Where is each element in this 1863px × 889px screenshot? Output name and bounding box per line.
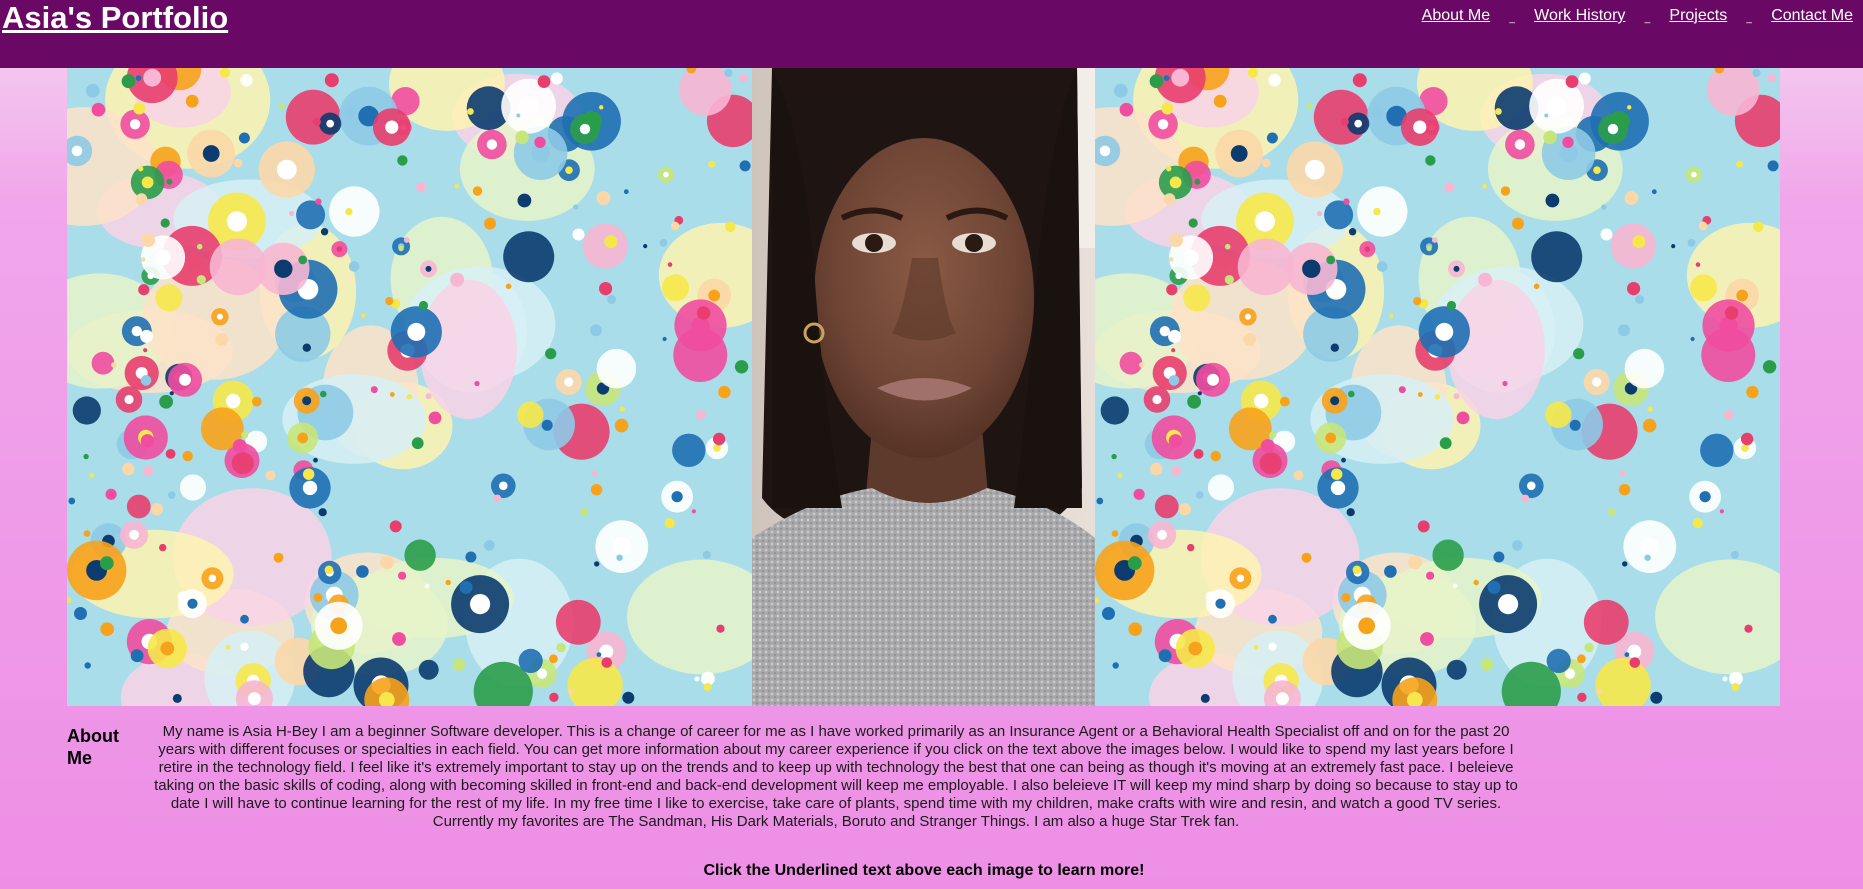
nav-separator: _ — [1509, 12, 1515, 24]
nav-link-contact-me[interactable]: Contact Me — [1771, 7, 1853, 25]
about-me-heading: About Me — [67, 726, 119, 768]
cta-instruction: Click the Underlined text above each ima… — [703, 862, 1145, 879]
image-gallery — [67, 68, 1780, 706]
portrait-photo-image — [752, 68, 1095, 706]
colorful-dot-pattern-image — [67, 68, 752, 706]
colorful-dot-pattern-image — [1095, 68, 1780, 706]
portrait-image — [752, 68, 1095, 706]
main-nav: About Me _ Work History _ Projects _ Con… — [1422, 7, 1853, 25]
site-title-link[interactable]: Asia's Portfolio — [2, 0, 228, 36]
pattern-image-left — [67, 68, 752, 706]
site-header: Asia's Portfolio About Me _ Work History… — [0, 0, 1863, 68]
nav-separator: _ — [1746, 12, 1752, 24]
pattern-image-right — [1095, 68, 1780, 706]
nav-link-projects[interactable]: Projects — [1669, 7, 1727, 25]
nav-link-about-me[interactable]: About Me — [1422, 7, 1490, 25]
about-me-text: My name is Asia H-Bey I am a beginner So… — [154, 723, 1518, 830]
nav-link-work-history[interactable]: Work History — [1534, 7, 1625, 25]
nav-separator: _ — [1644, 12, 1651, 24]
